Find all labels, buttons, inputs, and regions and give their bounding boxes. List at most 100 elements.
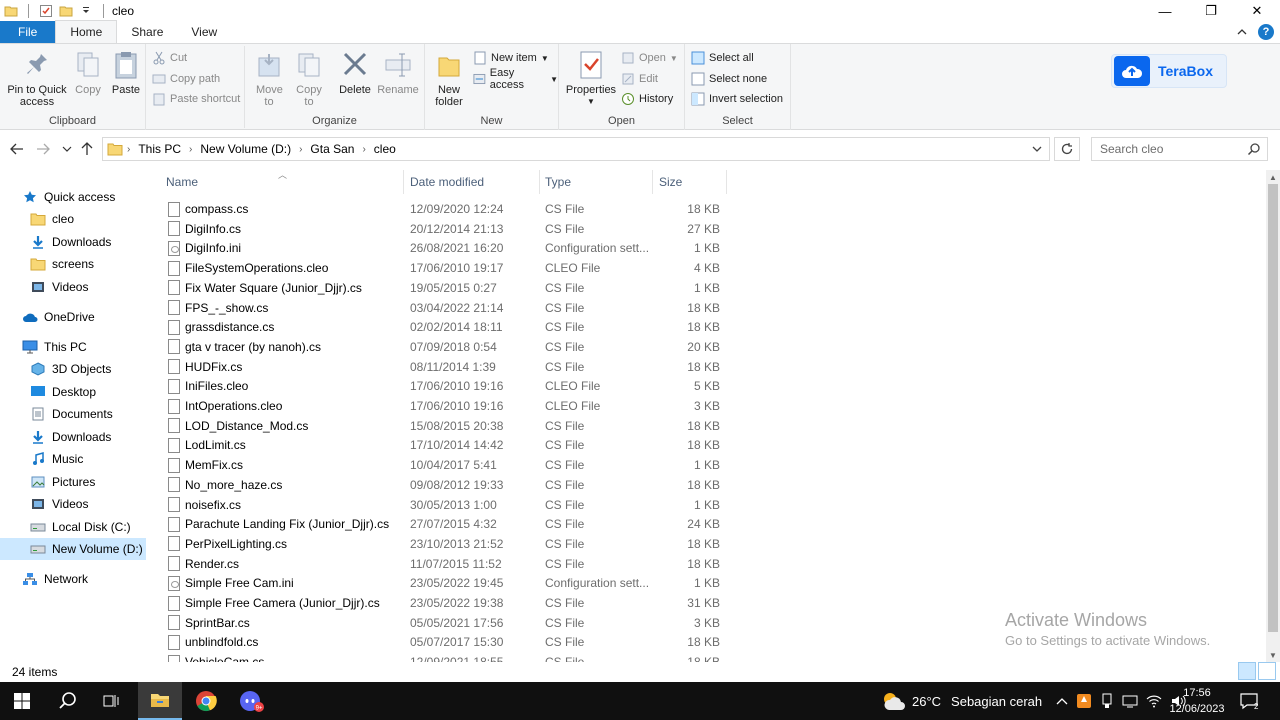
recent-locations-button[interactable]	[58, 139, 76, 159]
usb-icon[interactable]	[1100, 693, 1114, 709]
clock[interactable]: 17:56 12/06/2023	[1166, 685, 1228, 717]
chevron-up-icon[interactable]	[1056, 696, 1068, 706]
file-row[interactable]: FPS_-_show.cs 03/04/2022 21:14 CS File 18 K…	[160, 298, 730, 318]
file-row[interactable]: IniFiles.cleo 17/06/2010 19:16 CLEO File 5 …	[160, 376, 730, 396]
file-row[interactable]: gta v tracer (by nanoh).cs 07/09/2018 0:5…	[160, 337, 730, 357]
discord-taskbar-button[interactable]: 9+	[230, 682, 274, 720]
pin-quick-access-button[interactable]: Pin to Quick access	[6, 50, 68, 108]
vertical-scrollbar[interactable]: ▲ ▼	[1266, 170, 1280, 662]
back-button[interactable]	[8, 139, 26, 159]
file-row[interactable]: DigiInfo.ini 26/08/2021 16:20 Configuratio…	[160, 238, 730, 258]
copy-path-button[interactable]: Copy path	[152, 70, 220, 88]
tab-home[interactable]: Home	[55, 20, 118, 43]
column-header-size[interactable]: Size	[653, 170, 727, 194]
copy-button[interactable]: Copy	[72, 50, 104, 96]
file-row[interactable]: No_more_haze.cs 09/08/2012 19:33 CS File 18…	[160, 475, 730, 495]
search-input[interactable]	[1100, 142, 1240, 156]
history-button[interactable]: History	[621, 90, 673, 108]
file-row[interactable]: Simple Free Cam.ini 23/05/2022 19:45 Confi…	[160, 573, 730, 593]
chevron-right-icon[interactable]: ›	[358, 144, 369, 155]
details-view-button[interactable]	[1238, 662, 1256, 680]
refresh-button[interactable]	[1054, 137, 1080, 161]
file-row[interactable]: Parachute Landing Fix (Junior_Djjr).cs 27…	[160, 514, 730, 534]
large-icons-view-button[interactable]	[1258, 662, 1276, 680]
copy-to-button[interactable]: Copy to	[291, 50, 327, 108]
nav-item-screens[interactable]: screens	[0, 253, 146, 275]
file-explorer-taskbar-button[interactable]	[138, 682, 182, 720]
nav-item-documents[interactable]: Documents	[0, 403, 146, 425]
expand-ribbon-icon[interactable]	[1236, 26, 1248, 38]
scrollbar-thumb[interactable]	[1268, 184, 1278, 632]
nav-item-music[interactable]: Music	[0, 448, 146, 470]
nav-item-local-disk-c[interactable]: Local Disk (C:)	[0, 516, 146, 538]
new-folder-button[interactable]: New folder	[431, 50, 467, 108]
delete-button[interactable]: Delete	[337, 50, 373, 96]
tab-view[interactable]: View	[177, 21, 231, 43]
chevron-down-icon[interactable]	[79, 4, 93, 18]
nav-item-cleo[interactable]: cleo	[0, 208, 146, 230]
file-row[interactable]: compass.cs 12/09/2020 12:24 CS File 18 KB	[160, 199, 730, 219]
display-icon[interactable]	[1122, 693, 1138, 709]
paste-shortcut-button[interactable]: Paste shortcut	[152, 90, 240, 108]
column-header-date-modified[interactable]: Date modified	[404, 170, 540, 194]
breadcrumb-cleo[interactable]: cleo	[370, 142, 400, 156]
breadcrumb-this-pc[interactable]: This PC	[134, 142, 185, 156]
file-row[interactable]: IntOperations.cleo 17/06/2010 19:16 CLEO F…	[160, 396, 730, 416]
paste-button[interactable]: Paste	[110, 50, 142, 96]
breadcrumb-gta-san[interactable]: Gta San	[306, 142, 358, 156]
notification-center-button[interactable]: 2	[1238, 690, 1260, 712]
scroll-down-icon[interactable]: ▼	[1266, 648, 1280, 662]
file-row[interactable]: grassdistance.cs 02/02/2014 18:11 CS File 1…	[160, 317, 730, 337]
invert-selection-button[interactable]: Invert selection	[691, 90, 783, 108]
nav-item-videos[interactable]: Videos	[0, 276, 146, 298]
edit-button[interactable]: Edit	[621, 70, 658, 88]
nav-item-downloads[interactable]: Downloads	[0, 231, 146, 253]
tab-file[interactable]: File	[0, 21, 56, 43]
easy-access-button[interactable]: Easy access ▼	[473, 67, 558, 91]
file-row[interactable]: LOD_Distance_Mod.cs 15/08/2015 20:38 CS Fi…	[160, 416, 730, 436]
wifi-icon[interactable]	[1146, 693, 1162, 709]
file-row[interactable]: noisefix.cs 30/05/2013 1:00 CS File 1 KB	[160, 495, 730, 515]
minimize-button[interactable]: —	[1142, 0, 1188, 22]
column-header-type[interactable]: Type	[539, 170, 653, 194]
close-button[interactable]: ✕	[1234, 0, 1280, 22]
chrome-taskbar-button[interactable]	[184, 682, 228, 720]
file-row[interactable]: FileSystemOperations.cleo 17/06/2010 19:1…	[160, 258, 730, 278]
file-row[interactable]: HUDFix.cs 08/11/2014 1:39 CS File 18 KB	[160, 357, 730, 377]
file-row[interactable]: Fix Water Square (Junior_Djjr).cs 19/05/2…	[160, 278, 730, 298]
task-view-button[interactable]	[90, 682, 134, 720]
maximize-button[interactable]: ❐	[1188, 0, 1234, 22]
nav-item-3d-objects[interactable]: 3D Objects	[0, 358, 146, 380]
file-row[interactable]: LodLimit.cs 17/10/2014 14:42 CS File 18 KB	[160, 435, 730, 455]
forward-button[interactable]	[34, 139, 52, 159]
file-row[interactable]: Simple Free Camera (Junior_Djjr).cs 23/05…	[160, 593, 730, 613]
nav-item-desktop[interactable]: Desktop	[0, 381, 146, 403]
new-item-button[interactable]: New item ▼	[473, 49, 549, 67]
chevron-right-icon[interactable]: ›	[123, 144, 134, 155]
nav-item-new-volume-d[interactable]: New Volume (D:)	[0, 538, 146, 560]
properties-button[interactable]: Properties ▼	[565, 50, 617, 108]
chevron-down-icon[interactable]	[1031, 141, 1043, 157]
file-row[interactable]: unblindfold.cs 05/07/2017 15:30 CS File 18 …	[160, 632, 730, 652]
nav-item-onedrive[interactable]: OneDrive	[0, 306, 146, 328]
file-row[interactable]: PerPixelLighting.cs 23/10/2013 21:52 CS Fi…	[160, 534, 730, 554]
file-row[interactable]: DigiInfo.cs 20/12/2014 21:13 CS File 27 KB	[160, 219, 730, 239]
select-none-button[interactable]: Select none	[691, 70, 767, 88]
breadcrumb-new-volume[interactable]: New Volume (D:)	[196, 142, 295, 156]
file-row[interactable]: Render.cs 11/07/2015 11:52 CS File 18 KB	[160, 554, 730, 574]
cut-button[interactable]: Cut	[152, 49, 187, 67]
nav-item-network[interactable]: Network	[0, 568, 146, 590]
nav-item-pictures[interactable]: Pictures	[0, 471, 146, 493]
rename-button[interactable]: Rename	[377, 50, 419, 96]
tab-share[interactable]: Share	[117, 21, 177, 43]
scroll-up-icon[interactable]: ▲	[1266, 170, 1280, 184]
select-all-button[interactable]: Select all	[691, 49, 754, 67]
terabox-button[interactable]: TeraBox	[1111, 54, 1227, 88]
search-button[interactable]	[46, 682, 90, 720]
open-button[interactable]: Open ▼	[621, 49, 678, 67]
properties-icon[interactable]	[39, 4, 53, 18]
search-box[interactable]	[1091, 137, 1268, 161]
chevron-right-icon[interactable]: ›	[295, 144, 306, 155]
address-bar[interactable]: › This PC › New Volume (D:) › Gta San › …	[102, 137, 1050, 161]
app-tray-icon[interactable]	[1076, 693, 1092, 709]
